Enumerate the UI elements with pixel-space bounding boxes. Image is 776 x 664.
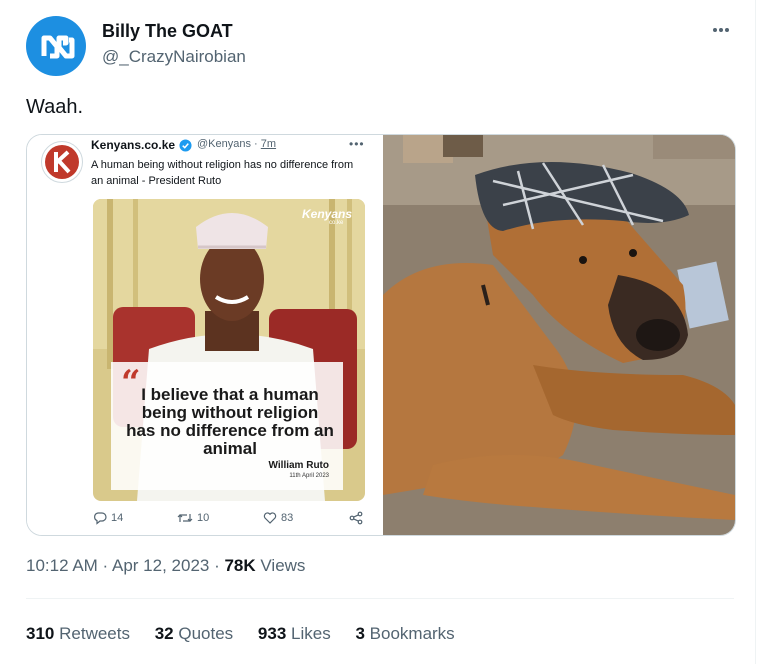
news-brand-sub: co.ke xyxy=(329,220,344,226)
bookmarks-count: 3 xyxy=(355,624,365,643)
retweets-stat[interactable]: 310 Retweets xyxy=(26,624,130,644)
reply-icon xyxy=(94,512,107,525)
tweet-time: 10:12 AM xyxy=(26,556,98,575)
retweets-count: 310 xyxy=(26,624,55,643)
kenyans-logo-icon xyxy=(45,145,79,179)
tweet-timestamp[interactable]: 10:12 AM · Apr 12, 2023 · 78K Views xyxy=(26,556,305,576)
news-brand: Kenyans xyxy=(302,207,353,221)
quotes-stat[interactable]: 32 Quotes xyxy=(155,624,233,644)
quoted-handle: @Kenyans xyxy=(197,138,251,150)
quote-date: 11th April 2023 xyxy=(289,473,329,479)
quoted-retweet: 10 xyxy=(177,511,209,525)
quoted-time: 7m xyxy=(260,138,277,150)
quote-text: I believe that a human being without rel… xyxy=(126,385,334,458)
quoted-separator: · xyxy=(254,138,258,150)
author-handle[interactable]: @_CrazyNairobian xyxy=(102,47,246,67)
quoted-like: 83 xyxy=(263,511,293,525)
author-avatar[interactable] xyxy=(26,16,86,76)
verified-badge-icon xyxy=(179,139,192,152)
retweets-label: Retweets xyxy=(59,624,130,643)
more-options-button[interactable] xyxy=(706,20,736,40)
quoted-tweet-text: A human being without religion has no di… xyxy=(91,159,354,187)
bookmarks-stat[interactable]: 3 Bookmarks xyxy=(355,624,454,644)
quotes-label: Quotes xyxy=(178,624,234,643)
tweet-detail: Billy The GOAT @_CrazyNairobian Waah. Ke… xyxy=(0,0,756,664)
news-graphic: Kenyans co.ke “ I believe that a human b… xyxy=(93,199,365,501)
kenyans-avatar xyxy=(41,141,83,183)
share-icon xyxy=(349,511,363,525)
more-dots-icon xyxy=(713,28,729,32)
dog-photo[interactable] xyxy=(383,135,735,535)
tweet-text: Waah. xyxy=(26,96,84,118)
tweet-date: Apr 12, 2023 xyxy=(112,556,210,575)
likes-stat[interactable]: 933 Likes xyxy=(258,624,331,644)
heart-icon xyxy=(263,512,277,524)
tweet-media[interactable]: Kenyans.co.ke @Kenyans · 7m ••• A human … xyxy=(26,134,736,536)
author-display-name[interactable]: Billy The GOAT xyxy=(102,21,233,42)
logo-icon xyxy=(41,35,75,59)
quoted-more-icon: ••• xyxy=(349,137,365,151)
likes-count: 933 xyxy=(257,624,287,643)
quote-author: William Ruto xyxy=(268,460,329,471)
quoted-handle-line: @Kenyans · 7m xyxy=(197,138,276,150)
likes-label: Likes xyxy=(291,624,331,643)
divider xyxy=(26,598,734,599)
quoted-retweet-count: 10 xyxy=(197,512,210,524)
quoted-action-bar: 14 10 83 xyxy=(93,511,373,529)
quoted-reply: 14 xyxy=(93,511,123,525)
quoted-like-count: 83 xyxy=(281,512,294,524)
views-count: 78K xyxy=(224,556,256,575)
retweet-icon xyxy=(177,514,193,522)
views-label: Views xyxy=(260,556,306,575)
quote-card: “ I believe that a human being without r… xyxy=(111,362,343,490)
quoted-author-name: Kenyans.co.ke xyxy=(91,138,176,152)
quoted-reply-count: 14 xyxy=(111,512,124,524)
engagement-stats: 310 Retweets 32 Quotes 933 Likes 3 Bookm… xyxy=(26,624,475,644)
quotes-count: 32 xyxy=(154,624,174,643)
dog-image xyxy=(383,135,735,535)
bookmarks-label: Bookmarks xyxy=(369,624,455,643)
quoted-tweet-screenshot[interactable]: Kenyans.co.ke @Kenyans · 7m ••• A human … xyxy=(27,135,383,535)
quoted-share xyxy=(349,511,363,525)
